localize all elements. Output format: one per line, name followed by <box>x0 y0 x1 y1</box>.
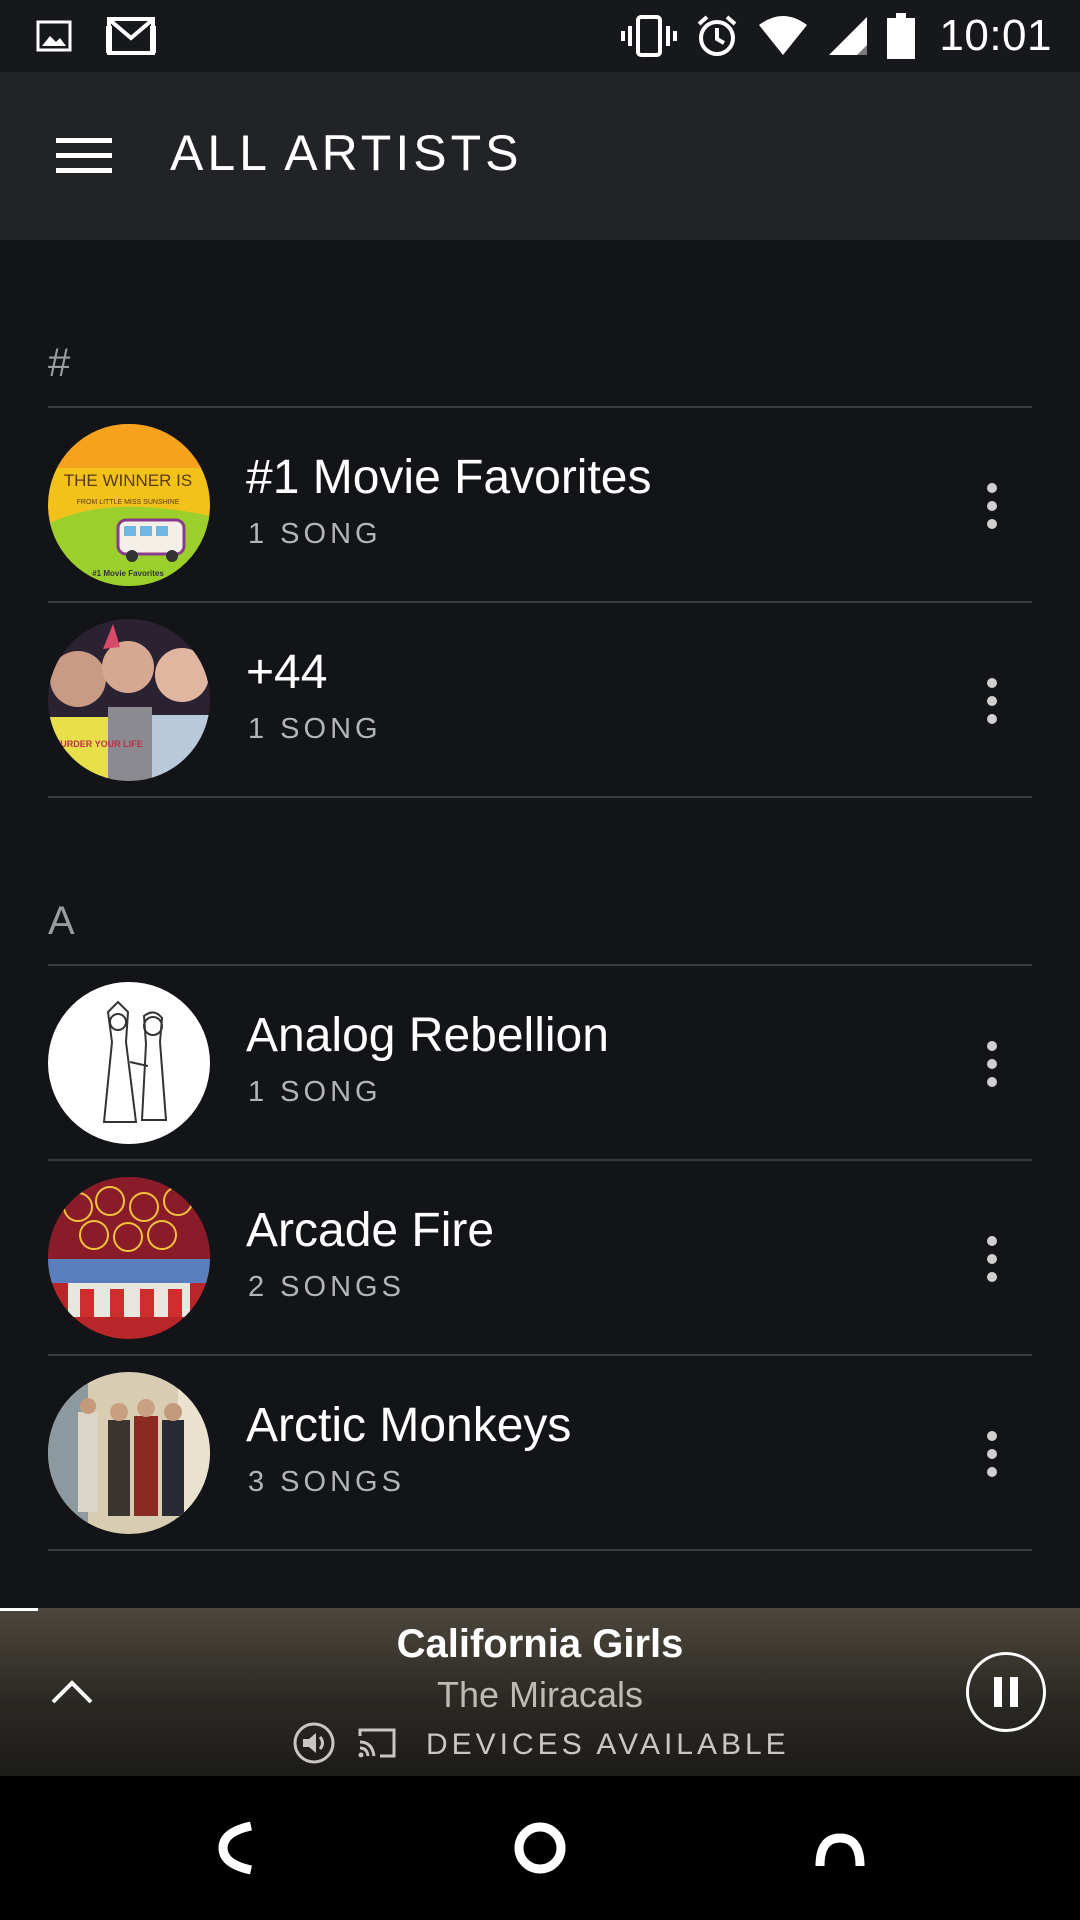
devices-available-button[interactable]: DEVICES AVAILABLE <box>292 1722 790 1768</box>
hamburger-menu-icon[interactable] <box>40 118 128 194</box>
track-artist: The Miracals <box>436 1674 644 1715</box>
album-sub-text: FROM LITTLE MISS SUNSHINE <box>77 499 180 506</box>
artist-row-arcade-fire[interactable]: Arcade Fire 2 SONGS <box>48 1161 1032 1356</box>
clock: 10:01 <box>939 11 1052 60</box>
devices-label: DEVICES AVAILABLE <box>426 1728 790 1761</box>
speaker-icon <box>292 1721 336 1770</box>
artist-name: +44 <box>246 646 328 699</box>
artist-list[interactable]: # THE WINNER IS FROM LITTLE MISS SUNSHIN… <box>0 240 1080 1608</box>
artist-avatar <box>48 982 210 1144</box>
cast-icon <box>356 1726 398 1765</box>
pause-icon <box>994 1677 1018 1707</box>
section-letter: # <box>48 341 71 385</box>
artist-avatar <box>48 1372 210 1534</box>
now-playing-bar[interactable]: California Girls The Miracals DEVICES AV… <box>0 1608 1080 1776</box>
song-count: 1 SONG <box>248 518 382 550</box>
page-title: ALL ARTISTS <box>170 125 523 181</box>
more-options-icon[interactable] <box>964 1022 1020 1106</box>
system-navigation-bar <box>0 1776 1080 1920</box>
battery-icon <box>887 13 916 59</box>
more-options-icon[interactable] <box>964 464 1020 548</box>
artist-name: Arctic Monkeys <box>246 1399 572 1452</box>
image-icon <box>36 20 72 52</box>
artist-avatar <box>48 1177 210 1339</box>
song-count: 1 SONG <box>248 713 382 745</box>
song-count: 3 SONGS <box>248 1466 405 1498</box>
artist-row-analog-rebellion[interactable]: Analog Rebellion 1 SONG <box>48 966 1032 1161</box>
divider <box>48 1549 1032 1551</box>
artist-row-1-movie-favorites[interactable]: THE WINNER IS FROM LITTLE MISS SUNSHINE … <box>48 408 1032 603</box>
wifi-icon <box>757 15 809 57</box>
back-icon[interactable] <box>190 1798 290 1898</box>
gmail-icon <box>106 16 156 56</box>
more-options-icon[interactable] <box>964 1217 1020 1301</box>
home-icon[interactable] <box>490 1798 590 1898</box>
artist-name: Arcade Fire <box>246 1204 495 1257</box>
alarm-icon <box>695 14 739 58</box>
recents-icon[interactable] <box>790 1798 890 1898</box>
playback-progress <box>0 1608 38 1611</box>
song-count: 2 SONGS <box>248 1271 405 1303</box>
more-options-icon[interactable] <box>964 659 1020 743</box>
shirt-text: HOW TO MURDER YOUR LIFE <box>48 739 143 749</box>
artist-row-arctic-monkeys[interactable]: Arctic Monkeys 3 SONGS <box>48 1356 1032 1551</box>
more-options-icon[interactable] <box>964 1412 1020 1496</box>
artist-avatar: THE WINNER IS FROM LITTLE MISS SUNSHINE … <box>48 424 210 586</box>
artist-name: #1 Movie Favorites <box>246 451 652 504</box>
artist-row-plus-44[interactable]: HOW TO MURDER YOUR LIFE +44 1 SONG <box>48 603 1032 798</box>
artist-name: Analog Rebellion <box>246 1009 609 1062</box>
song-count: 1 SONG <box>248 1076 382 1108</box>
album-footer-text: #1 Movie Favorites <box>92 569 164 578</box>
cell-signal-icon <box>827 15 869 57</box>
app-header: ALL ARTISTS <box>0 72 1080 240</box>
section-header-hash: # <box>48 240 1032 408</box>
section-header-a: A <box>48 798 1032 966</box>
track-title: California Girls <box>396 1622 684 1666</box>
album-headline-text: THE WINNER IS <box>64 471 192 490</box>
section-letter: A <box>48 899 75 943</box>
status-bar: 10:01 <box>0 0 1080 72</box>
pause-button[interactable] <box>966 1652 1046 1732</box>
vibrate-icon <box>621 14 678 58</box>
artist-avatar: HOW TO MURDER YOUR LIFE <box>48 619 210 781</box>
